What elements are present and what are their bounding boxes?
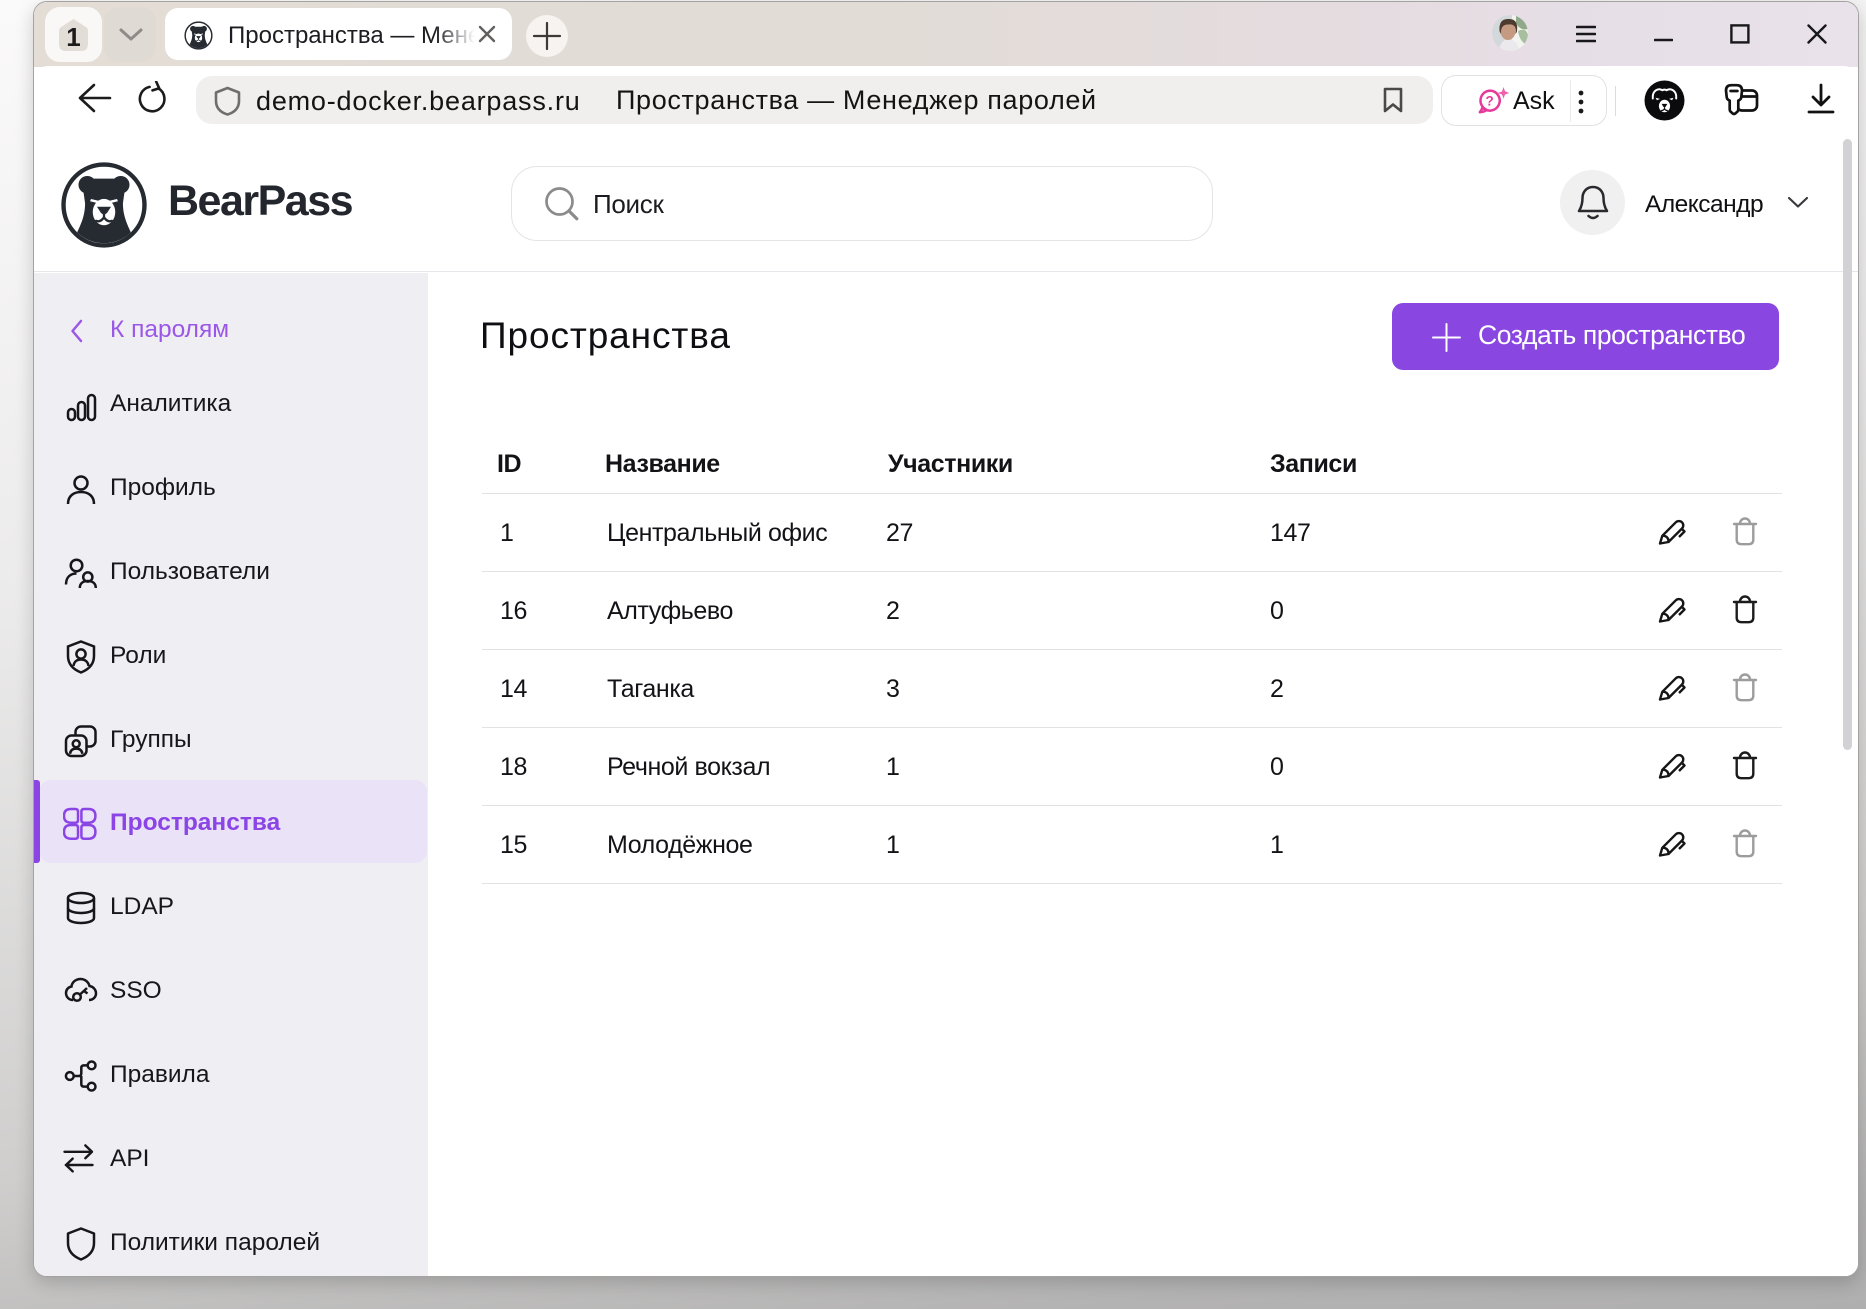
- svg-text:?: ?: [1485, 93, 1493, 108]
